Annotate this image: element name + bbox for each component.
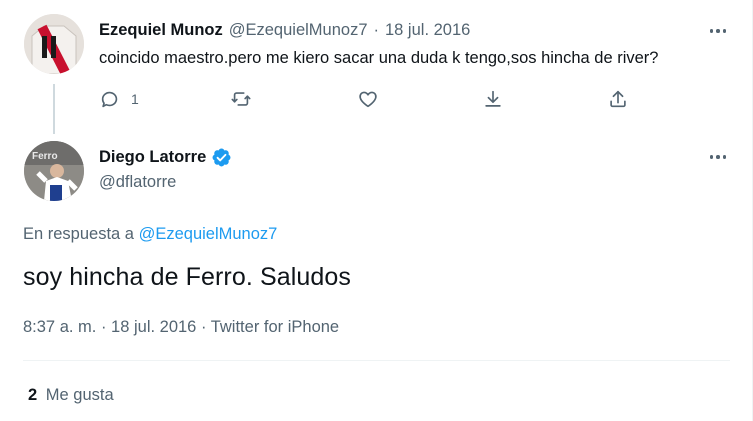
reply-button[interactable]: 1 — [99, 87, 139, 111]
reply-date[interactable]: 18 jul. 2016 — [385, 21, 470, 40]
in-reply-prefix: En respuesta a — [23, 225, 134, 243]
jersey-image — [24, 14, 84, 74]
bookmark-button[interactable] — [482, 87, 504, 111]
svg-text:Ferro: Ferro — [32, 151, 58, 162]
reply-tweet[interactable]: Ezequiel Munoz @EzequielMunoz7 · 18 jul.… — [0, 0, 753, 130]
main-display-name[interactable]: Diego Latorre — [99, 148, 206, 167]
main-more-icon[interactable] — [706, 147, 730, 167]
retweet-button[interactable] — [230, 87, 252, 111]
like-icon — [359, 91, 377, 108]
retweet-icon — [231, 92, 251, 106]
likes-label: Me gusta — [45, 386, 114, 404]
reply-display-name[interactable]: Ezequiel Munoz — [99, 21, 223, 40]
bookmark-icon — [485, 90, 501, 107]
reply-count: 1 — [131, 91, 139, 107]
in-reply-to: En respuesta a @EzequielMunoz7 — [23, 225, 277, 244]
main-handle[interactable]: @dflatorre — [99, 173, 176, 192]
share-icon — [610, 90, 626, 108]
divider — [23, 360, 730, 361]
reply-handle[interactable]: @EzequielMunoz7 — [229, 21, 368, 40]
likes-count: 2 — [28, 386, 38, 404]
reply-icon — [101, 91, 118, 108]
like-button[interactable] — [357, 87, 379, 111]
reply-more-icon[interactable] — [706, 21, 730, 41]
profile-photo: Ferro — [24, 141, 84, 201]
tweet-timestamp[interactable]: 8:37 a. m. · 18 jul. 2016 · Twitter for … — [23, 318, 339, 337]
verified-badge-icon[interactable] — [211, 147, 232, 168]
main-display-name-row: Diego Latorre — [99, 147, 232, 168]
in-reply-mention-link[interactable]: @EzequielMunoz7 — [139, 225, 278, 243]
reply-actions: 1 — [99, 87, 639, 111]
reply-text: coincido maestro.pero me kiero sacar una… — [99, 49, 659, 67]
main-tweet-text: soy hincha de Ferro. Saludos — [23, 263, 351, 291]
reply-separator: · — [373, 21, 380, 39]
share-button[interactable] — [607, 87, 629, 111]
main-avatar[interactable]: Ferro — [24, 141, 84, 201]
reply-avatar[interactable] — [24, 14, 84, 74]
likes-link[interactable]: 2 Me gusta — [28, 386, 114, 405]
reply-header: Ezequiel Munoz @EzequielMunoz7 · 18 jul.… — [99, 21, 470, 40]
